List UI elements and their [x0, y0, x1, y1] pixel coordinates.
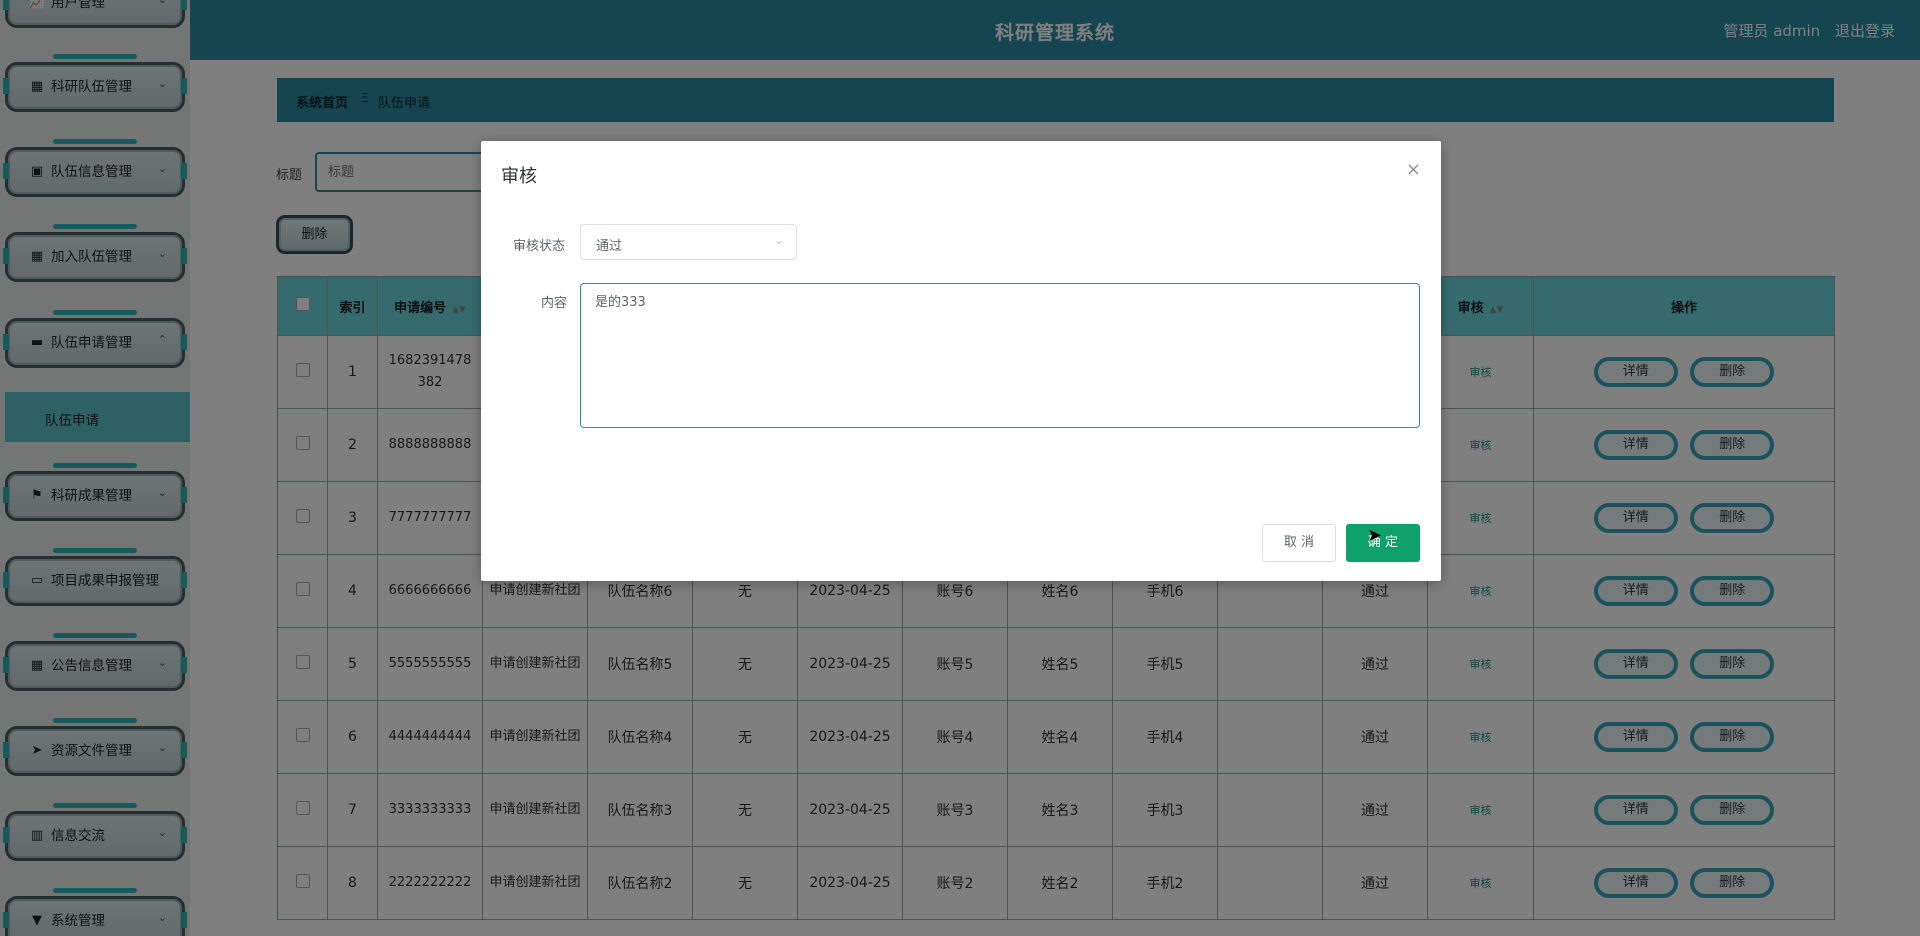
confirm-button[interactable]: 确 定: [1346, 524, 1420, 562]
status-select[interactable]: 通过 ⌄: [580, 224, 797, 260]
mouse-cursor-icon: ➤: [1367, 525, 1383, 546]
chevron-down-icon: ⌄: [773, 233, 784, 247]
dialog-title: 审核: [501, 166, 537, 187]
status-label: 审核状态: [513, 239, 566, 254]
cancel-button[interactable]: 取 消: [1262, 524, 1336, 562]
audit-dialog: 审核 × 审核状态 通过 ⌄ 内容 是的333 取 消 确 定: [481, 141, 1441, 581]
content-label: 内容: [541, 296, 568, 311]
status-select-value: 通过: [596, 239, 623, 254]
close-icon[interactable]: ×: [1406, 159, 1421, 180]
content-textarea[interactable]: 是的333: [580, 283, 1420, 428]
